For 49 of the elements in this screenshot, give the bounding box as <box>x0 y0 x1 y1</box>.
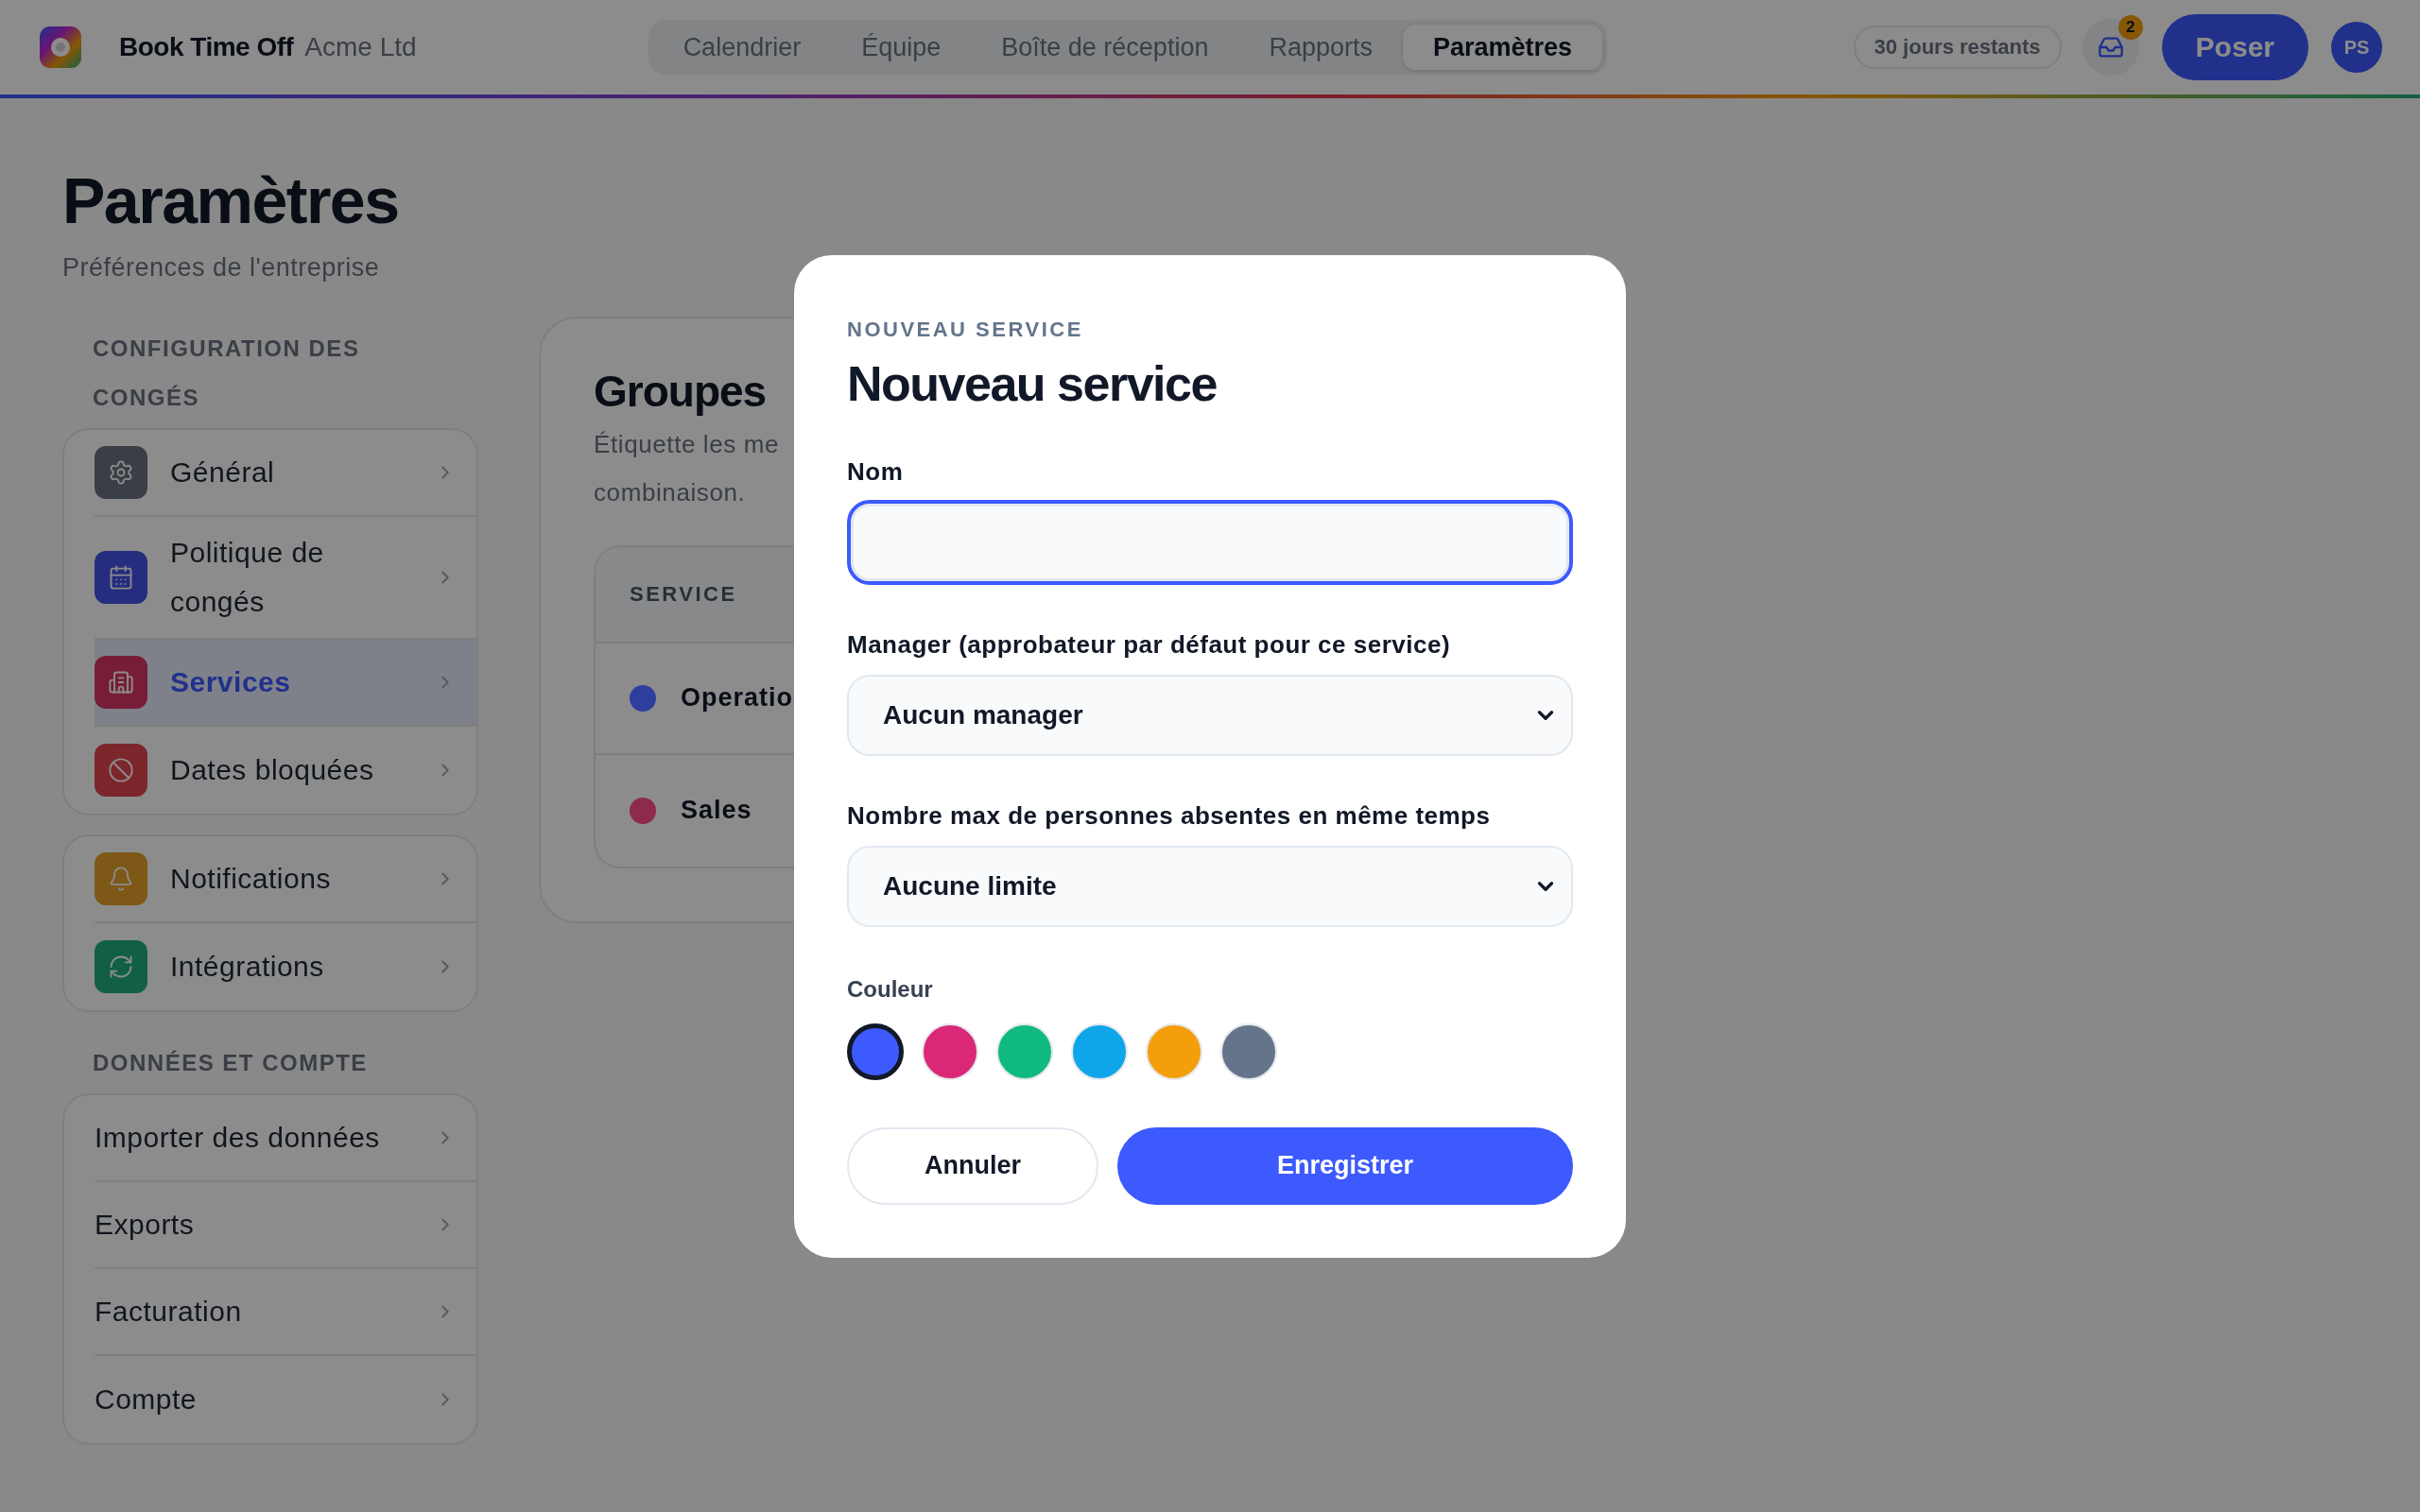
settings-menu-item[interactable]: Général <box>95 429 476 517</box>
nav-tab[interactable]: Calendrier <box>652 25 832 70</box>
settings-icon <box>95 445 147 499</box>
app-name: Book Time Off <box>119 32 294 62</box>
settings-menu-item[interactable]: Compte <box>95 1355 476 1443</box>
section-heading: DONNÉES ET COMPTE <box>92 1048 369 1077</box>
request-button[interactable]: Poser <box>2161 14 2308 80</box>
page-subtitle: Préférences de l'entreprise <box>62 252 381 283</box>
refresh-icon <box>95 939 147 993</box>
settings-menu-item[interactable]: Facturation <box>95 1268 476 1356</box>
service-name: Sales <box>681 796 752 826</box>
settings-menu-item[interactable]: Services <box>95 639 476 727</box>
field-label: Nom <box>847 456 905 487</box>
settings-menu-item[interactable]: Notifications <box>95 835 476 923</box>
limit-dropdown[interactable]: Aucune limite <box>847 845 1573 927</box>
cancel-button[interactable]: Annuler <box>847 1126 1098 1205</box>
dialog-title: Nouveau service <box>847 354 1218 412</box>
notification-count: 2 <box>2118 15 2143 40</box>
field-label: Nombre max de personnes absentes en même temps <box>847 800 1492 831</box>
save-button[interactable]: Enregistrer <box>1117 1126 1573 1205</box>
ban-icon <box>95 743 147 797</box>
settings-menu-item[interactable]: Importer des données <box>95 1094 476 1182</box>
card-description: combinaison. <box>594 476 746 508</box>
settings-menu-item[interactable]: Dates bloquées <box>95 726 476 814</box>
nav-tab[interactable]: Équipe <box>831 25 972 70</box>
nav-tab[interactable]: Paramètres <box>1403 25 1603 70</box>
organization-name: Acme Ltd <box>304 32 417 62</box>
card-description: Étiquette les me <box>594 428 780 460</box>
calendar-icon <box>95 550 147 604</box>
manager-dropdown[interactable]: Aucun manager <box>847 674 1573 756</box>
settings-menu-item[interactable]: Intégrations <box>95 922 476 1010</box>
settings-menu-item[interactable]: Politique de congés <box>95 516 476 640</box>
service-name: Operatio <box>681 683 794 713</box>
column-header: SERVICE <box>630 581 737 607</box>
dialog-overline: NOUVEAU SERVICE <box>847 317 1084 342</box>
days-left-badge: 30 jours restants <box>1853 26 2062 69</box>
user-avatar[interactable]: PS <box>2331 22 2382 73</box>
page-title: Paramètres <box>62 163 400 238</box>
field-label: Couleur <box>847 975 934 1003</box>
bell-icon <box>95 851 147 905</box>
card-title: Groupes <box>594 365 767 417</box>
name-input-field[interactable] <box>847 499 1573 585</box>
app-logo <box>40 26 81 68</box>
nav-tab[interactable]: Rapports <box>1238 25 1403 70</box>
section-heading: CONFIGURATION DES CONGÉS <box>92 334 361 412</box>
settings-menu-item[interactable]: Exports <box>95 1181 476 1269</box>
building-icon <box>95 655 147 709</box>
field-label: Manager (approbateur par défaut pour ce service) <box>847 629 1452 660</box>
nav-tab[interactable]: Boîte de réception <box>971 25 1239 70</box>
